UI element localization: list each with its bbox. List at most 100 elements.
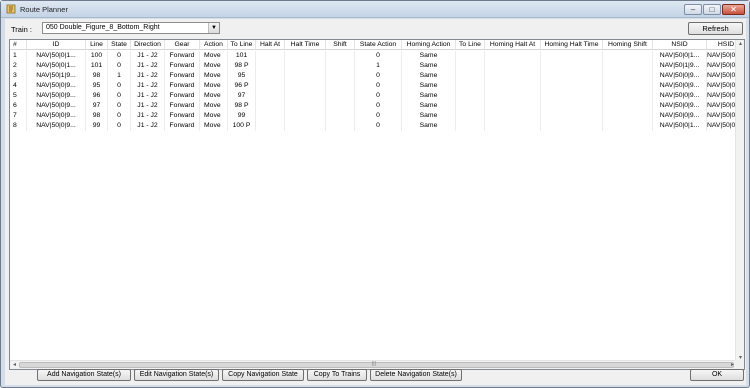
- table-row[interactable]: 5 NAV|50|0|9... 96 0 J1 - J2 Forward Move 97 0 Sa…: [10, 91, 744, 101]
- column-header-homing-halt-at[interactable]: Homing Halt At: [485, 40, 541, 50]
- cell-line[interactable]: 96: [86, 91, 108, 101]
- cell-direction[interactable]: J1 - J2: [131, 111, 165, 121]
- cell-homing-halt-at[interactable]: [485, 81, 541, 91]
- scroll-up-icon[interactable]: ▴: [736, 40, 744, 47]
- cell-to-line[interactable]: 98 P: [228, 101, 256, 111]
- cell-action[interactable]: Move: [200, 121, 228, 131]
- cell-homing-halt-time[interactable]: [541, 101, 603, 111]
- edit-navigation-state-button[interactable]: Edit Navigation State(s): [134, 369, 219, 381]
- horizontal-scroll-thumb[interactable]: |||: [19, 361, 734, 368]
- cell-to-line[interactable]: 97: [228, 91, 256, 101]
- cell-homing-halt-at[interactable]: [485, 101, 541, 111]
- cell-direction[interactable]: J1 - J2: [131, 51, 165, 61]
- column-header-direction[interactable]: Direction: [131, 40, 165, 50]
- cell-homing-action[interactable]: Same: [402, 61, 456, 71]
- column-header-index[interactable]: #: [10, 40, 27, 50]
- cell-gear[interactable]: Forward: [165, 61, 200, 71]
- cell-id[interactable]: NAV|50|1|9...: [27, 71, 86, 81]
- cell-homing-halt-at[interactable]: [485, 61, 541, 71]
- cell-homing-halt-at[interactable]: [485, 121, 541, 131]
- cell-homing-halt-at[interactable]: [485, 51, 541, 61]
- cell-gear[interactable]: Forward: [165, 111, 200, 121]
- cell-halt-time[interactable]: [285, 121, 326, 131]
- cell-gear[interactable]: Forward: [165, 71, 200, 81]
- cell-homing-shift[interactable]: [603, 51, 653, 61]
- minimize-button[interactable]: –: [684, 4, 702, 15]
- column-header-action[interactable]: Action: [200, 40, 228, 50]
- cell-direction[interactable]: J1 - J2: [131, 101, 165, 111]
- column-header-homing-shift[interactable]: Homing Shift: [603, 40, 653, 50]
- cell-gear[interactable]: Forward: [165, 121, 200, 131]
- cell-homing-to-line[interactable]: [456, 91, 485, 101]
- cell-homing-action[interactable]: Same: [402, 81, 456, 91]
- cell-homing-to-line[interactable]: [456, 101, 485, 111]
- cell-homing-to-line[interactable]: [456, 111, 485, 121]
- column-header-to-line[interactable]: To Line: [228, 40, 256, 50]
- cell-halt-time[interactable]: [285, 51, 326, 61]
- table-row[interactable]: 2 NAV|50|0|1... 101 0 J1 - J2 Forward Move 98 P…: [10, 61, 744, 71]
- cell-action[interactable]: Move: [200, 71, 228, 81]
- cell-state[interactable]: 0: [108, 101, 131, 111]
- cell-homing-to-line[interactable]: [456, 71, 485, 81]
- cell-nsid[interactable]: NAV|50|0|1...: [653, 121, 707, 131]
- cell-halt-time[interactable]: [285, 71, 326, 81]
- cell-line[interactable]: 99: [86, 121, 108, 131]
- cell-halt-at[interactable]: [256, 101, 285, 111]
- cell-to-line[interactable]: 96 P: [228, 81, 256, 91]
- cell-line[interactable]: 101: [86, 61, 108, 71]
- cell-homing-to-line[interactable]: [456, 121, 485, 131]
- cell-homing-halt-time[interactable]: [541, 61, 603, 71]
- cell-homing-halt-at[interactable]: [485, 91, 541, 101]
- cell-halt-at[interactable]: [256, 111, 285, 121]
- cell-halt-time[interactable]: [285, 81, 326, 91]
- cell-index[interactable]: 2: [10, 61, 27, 71]
- cell-direction[interactable]: J1 - J2: [131, 81, 165, 91]
- column-header-halt-time[interactable]: Halt Time: [285, 40, 326, 50]
- cell-state[interactable]: 0: [108, 51, 131, 61]
- cell-action[interactable]: Move: [200, 111, 228, 121]
- cell-shift[interactable]: [326, 61, 355, 71]
- cell-gear[interactable]: Forward: [165, 81, 200, 91]
- cell-nsid[interactable]: NAV|50|0|9...: [653, 81, 707, 91]
- cell-id[interactable]: NAV|50|0|9...: [27, 91, 86, 101]
- cell-state[interactable]: 0: [108, 81, 131, 91]
- column-header-id[interactable]: ID: [27, 40, 86, 50]
- close-button[interactable]: ✕: [722, 4, 745, 15]
- cell-state-action[interactable]: 0: [355, 111, 402, 121]
- title-bar[interactable]: Route Planner – □ ✕: [1, 1, 749, 18]
- table-row[interactable]: 6 NAV|50|0|9... 97 0 J1 - J2 Forward Move 98 P0…: [10, 101, 744, 111]
- delete-navigation-state-button[interactable]: Delete Navigation State(s): [370, 369, 462, 381]
- cell-homing-action[interactable]: Same: [402, 121, 456, 131]
- cell-direction[interactable]: J1 - J2: [131, 91, 165, 101]
- cell-halt-time[interactable]: [285, 101, 326, 111]
- cell-index[interactable]: 5: [10, 91, 27, 101]
- cell-action[interactable]: Move: [200, 51, 228, 61]
- cell-homing-halt-time[interactable]: [541, 121, 603, 131]
- cell-gear[interactable]: Forward: [165, 51, 200, 61]
- cell-homing-to-line[interactable]: [456, 61, 485, 71]
- cell-index[interactable]: 6: [10, 101, 27, 111]
- cell-halt-at[interactable]: [256, 61, 285, 71]
- table-row[interactable]: 8 NAV|50|0|9... 99 0 J1 - J2 Forward Move 100 P…: [10, 121, 744, 131]
- cell-homing-to-line[interactable]: [456, 81, 485, 91]
- cell-homing-shift[interactable]: [603, 61, 653, 71]
- cell-shift[interactable]: [326, 81, 355, 91]
- cell-homing-action[interactable]: Same: [402, 51, 456, 61]
- cell-index[interactable]: 7: [10, 111, 27, 121]
- cell-homing-shift[interactable]: [603, 111, 653, 121]
- cell-action[interactable]: Move: [200, 91, 228, 101]
- cell-halt-time[interactable]: [285, 111, 326, 121]
- cell-state-action[interactable]: 0: [355, 71, 402, 81]
- scroll-left-icon[interactable]: ◂: [10, 361, 19, 368]
- table-row[interactable]: 3 NAV|50|1|9... 98 1 J1 - J2 Forward Move 95 0 Sa…: [10, 71, 744, 81]
- cell-direction[interactable]: J1 - J2: [131, 71, 165, 81]
- cell-line[interactable]: 100: [86, 51, 108, 61]
- cell-homing-halt-time[interactable]: [541, 71, 603, 81]
- cell-to-line[interactable]: 95: [228, 71, 256, 81]
- cell-state-action[interactable]: 0: [355, 91, 402, 101]
- column-header-shift[interactable]: Shift: [326, 40, 355, 50]
- cell-to-line[interactable]: 101: [228, 51, 256, 61]
- cell-state-action[interactable]: 0: [355, 51, 402, 61]
- cell-state-action[interactable]: 1: [355, 61, 402, 71]
- cell-gear[interactable]: Forward: [165, 101, 200, 111]
